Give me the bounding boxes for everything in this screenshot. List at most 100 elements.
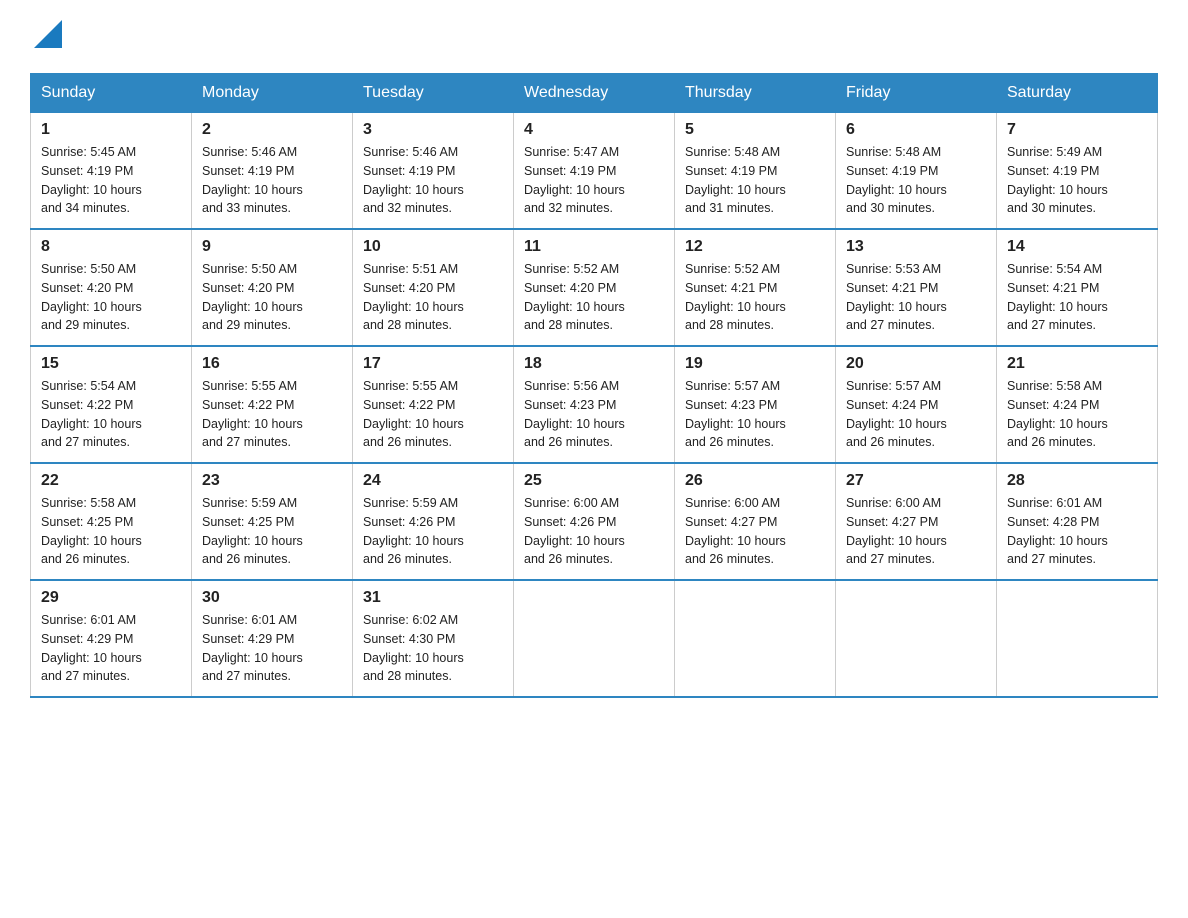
day-number: 21 (1007, 355, 1147, 373)
table-row: 23 Sunrise: 5:59 AMSunset: 4:25 PMDaylig… (192, 463, 353, 580)
header-wednesday: Wednesday (514, 74, 675, 113)
day-number: 25 (524, 472, 664, 490)
table-row (514, 580, 675, 697)
day-info: Sunrise: 5:46 AMSunset: 4:19 PMDaylight:… (202, 145, 303, 215)
calendar-week-row: 15 Sunrise: 5:54 AMSunset: 4:22 PMDaylig… (31, 346, 1158, 463)
day-number: 15 (41, 355, 181, 373)
logo (30, 20, 62, 53)
day-number: 28 (1007, 472, 1147, 490)
calendar-week-row: 29 Sunrise: 6:01 AMSunset: 4:29 PMDaylig… (31, 580, 1158, 697)
day-info: Sunrise: 5:48 AMSunset: 4:19 PMDaylight:… (846, 145, 947, 215)
table-row: 13 Sunrise: 5:53 AMSunset: 4:21 PMDaylig… (836, 229, 997, 346)
table-row: 3 Sunrise: 5:46 AMSunset: 4:19 PMDayligh… (353, 113, 514, 230)
day-info: Sunrise: 5:55 AMSunset: 4:22 PMDaylight:… (202, 379, 303, 449)
day-number: 9 (202, 238, 342, 256)
table-row: 22 Sunrise: 5:58 AMSunset: 4:25 PMDaylig… (31, 463, 192, 580)
table-row: 11 Sunrise: 5:52 AMSunset: 4:20 PMDaylig… (514, 229, 675, 346)
table-row: 14 Sunrise: 5:54 AMSunset: 4:21 PMDaylig… (997, 229, 1158, 346)
calendar-body: 1 Sunrise: 5:45 AMSunset: 4:19 PMDayligh… (31, 113, 1158, 698)
day-number: 5 (685, 121, 825, 139)
calendar-week-row: 1 Sunrise: 5:45 AMSunset: 4:19 PMDayligh… (31, 113, 1158, 230)
table-row: 9 Sunrise: 5:50 AMSunset: 4:20 PMDayligh… (192, 229, 353, 346)
day-number: 23 (202, 472, 342, 490)
page-header (30, 20, 1158, 53)
day-info: Sunrise: 6:00 AMSunset: 4:27 PMDaylight:… (846, 496, 947, 566)
table-row (997, 580, 1158, 697)
table-row: 27 Sunrise: 6:00 AMSunset: 4:27 PMDaylig… (836, 463, 997, 580)
day-info: Sunrise: 5:54 AMSunset: 4:21 PMDaylight:… (1007, 262, 1108, 332)
table-row: 17 Sunrise: 5:55 AMSunset: 4:22 PMDaylig… (353, 346, 514, 463)
day-number: 3 (363, 121, 503, 139)
table-row: 26 Sunrise: 6:00 AMSunset: 4:27 PMDaylig… (675, 463, 836, 580)
day-number: 2 (202, 121, 342, 139)
day-number: 6 (846, 121, 986, 139)
day-number: 24 (363, 472, 503, 490)
table-row: 21 Sunrise: 5:58 AMSunset: 4:24 PMDaylig… (997, 346, 1158, 463)
table-row: 5 Sunrise: 5:48 AMSunset: 4:19 PMDayligh… (675, 113, 836, 230)
day-info: Sunrise: 6:02 AMSunset: 4:30 PMDaylight:… (363, 613, 464, 683)
logo-triangle-icon (34, 20, 62, 48)
day-info: Sunrise: 5:59 AMSunset: 4:26 PMDaylight:… (363, 496, 464, 566)
day-info: Sunrise: 6:00 AMSunset: 4:27 PMDaylight:… (685, 496, 786, 566)
day-info: Sunrise: 5:54 AMSunset: 4:22 PMDaylight:… (41, 379, 142, 449)
header-tuesday: Tuesday (353, 74, 514, 113)
table-row: 6 Sunrise: 5:48 AMSunset: 4:19 PMDayligh… (836, 113, 997, 230)
table-row: 8 Sunrise: 5:50 AMSunset: 4:20 PMDayligh… (31, 229, 192, 346)
day-number: 29 (41, 589, 181, 607)
day-number: 13 (846, 238, 986, 256)
day-number: 14 (1007, 238, 1147, 256)
day-info: Sunrise: 5:46 AMSunset: 4:19 PMDaylight:… (363, 145, 464, 215)
day-info: Sunrise: 5:48 AMSunset: 4:19 PMDaylight:… (685, 145, 786, 215)
table-row: 20 Sunrise: 5:57 AMSunset: 4:24 PMDaylig… (836, 346, 997, 463)
day-info: Sunrise: 5:57 AMSunset: 4:24 PMDaylight:… (846, 379, 947, 449)
table-row: 25 Sunrise: 6:00 AMSunset: 4:26 PMDaylig… (514, 463, 675, 580)
day-number: 17 (363, 355, 503, 373)
table-row: 31 Sunrise: 6:02 AMSunset: 4:30 PMDaylig… (353, 580, 514, 697)
day-number: 4 (524, 121, 664, 139)
header-saturday: Saturday (997, 74, 1158, 113)
day-number: 22 (41, 472, 181, 490)
day-info: Sunrise: 5:52 AMSunset: 4:21 PMDaylight:… (685, 262, 786, 332)
table-row: 28 Sunrise: 6:01 AMSunset: 4:28 PMDaylig… (997, 463, 1158, 580)
table-row: 4 Sunrise: 5:47 AMSunset: 4:19 PMDayligh… (514, 113, 675, 230)
table-row: 24 Sunrise: 5:59 AMSunset: 4:26 PMDaylig… (353, 463, 514, 580)
header-monday: Monday (192, 74, 353, 113)
header-friday: Friday (836, 74, 997, 113)
calendar-week-row: 8 Sunrise: 5:50 AMSunset: 4:20 PMDayligh… (31, 229, 1158, 346)
table-row: 10 Sunrise: 5:51 AMSunset: 4:20 PMDaylig… (353, 229, 514, 346)
day-number: 12 (685, 238, 825, 256)
day-info: Sunrise: 5:55 AMSunset: 4:22 PMDaylight:… (363, 379, 464, 449)
calendar-week-row: 22 Sunrise: 5:58 AMSunset: 4:25 PMDaylig… (31, 463, 1158, 580)
day-info: Sunrise: 5:58 AMSunset: 4:25 PMDaylight:… (41, 496, 142, 566)
table-row: 7 Sunrise: 5:49 AMSunset: 4:19 PMDayligh… (997, 113, 1158, 230)
day-number: 1 (41, 121, 181, 139)
day-info: Sunrise: 5:50 AMSunset: 4:20 PMDaylight:… (202, 262, 303, 332)
day-info: Sunrise: 5:58 AMSunset: 4:24 PMDaylight:… (1007, 379, 1108, 449)
day-number: 16 (202, 355, 342, 373)
table-row: 2 Sunrise: 5:46 AMSunset: 4:19 PMDayligh… (192, 113, 353, 230)
day-info: Sunrise: 5:47 AMSunset: 4:19 PMDaylight:… (524, 145, 625, 215)
day-info: Sunrise: 5:57 AMSunset: 4:23 PMDaylight:… (685, 379, 786, 449)
table-row: 15 Sunrise: 5:54 AMSunset: 4:22 PMDaylig… (31, 346, 192, 463)
day-number: 18 (524, 355, 664, 373)
day-info: Sunrise: 6:01 AMSunset: 4:29 PMDaylight:… (41, 613, 142, 683)
table-row: 19 Sunrise: 5:57 AMSunset: 4:23 PMDaylig… (675, 346, 836, 463)
day-number: 31 (363, 589, 503, 607)
day-info: Sunrise: 6:01 AMSunset: 4:28 PMDaylight:… (1007, 496, 1108, 566)
table-row (836, 580, 997, 697)
table-row: 16 Sunrise: 5:55 AMSunset: 4:22 PMDaylig… (192, 346, 353, 463)
header-sunday: Sunday (31, 74, 192, 113)
day-number: 27 (846, 472, 986, 490)
day-number: 20 (846, 355, 986, 373)
table-row: 1 Sunrise: 5:45 AMSunset: 4:19 PMDayligh… (31, 113, 192, 230)
calendar-table: Sunday Monday Tuesday Wednesday Thursday… (30, 73, 1158, 698)
day-number: 8 (41, 238, 181, 256)
day-number: 7 (1007, 121, 1147, 139)
table-row: 12 Sunrise: 5:52 AMSunset: 4:21 PMDaylig… (675, 229, 836, 346)
day-info: Sunrise: 5:59 AMSunset: 4:25 PMDaylight:… (202, 496, 303, 566)
day-number: 19 (685, 355, 825, 373)
header-thursday: Thursday (675, 74, 836, 113)
day-info: Sunrise: 5:49 AMSunset: 4:19 PMDaylight:… (1007, 145, 1108, 215)
day-info: Sunrise: 5:53 AMSunset: 4:21 PMDaylight:… (846, 262, 947, 332)
day-number: 11 (524, 238, 664, 256)
